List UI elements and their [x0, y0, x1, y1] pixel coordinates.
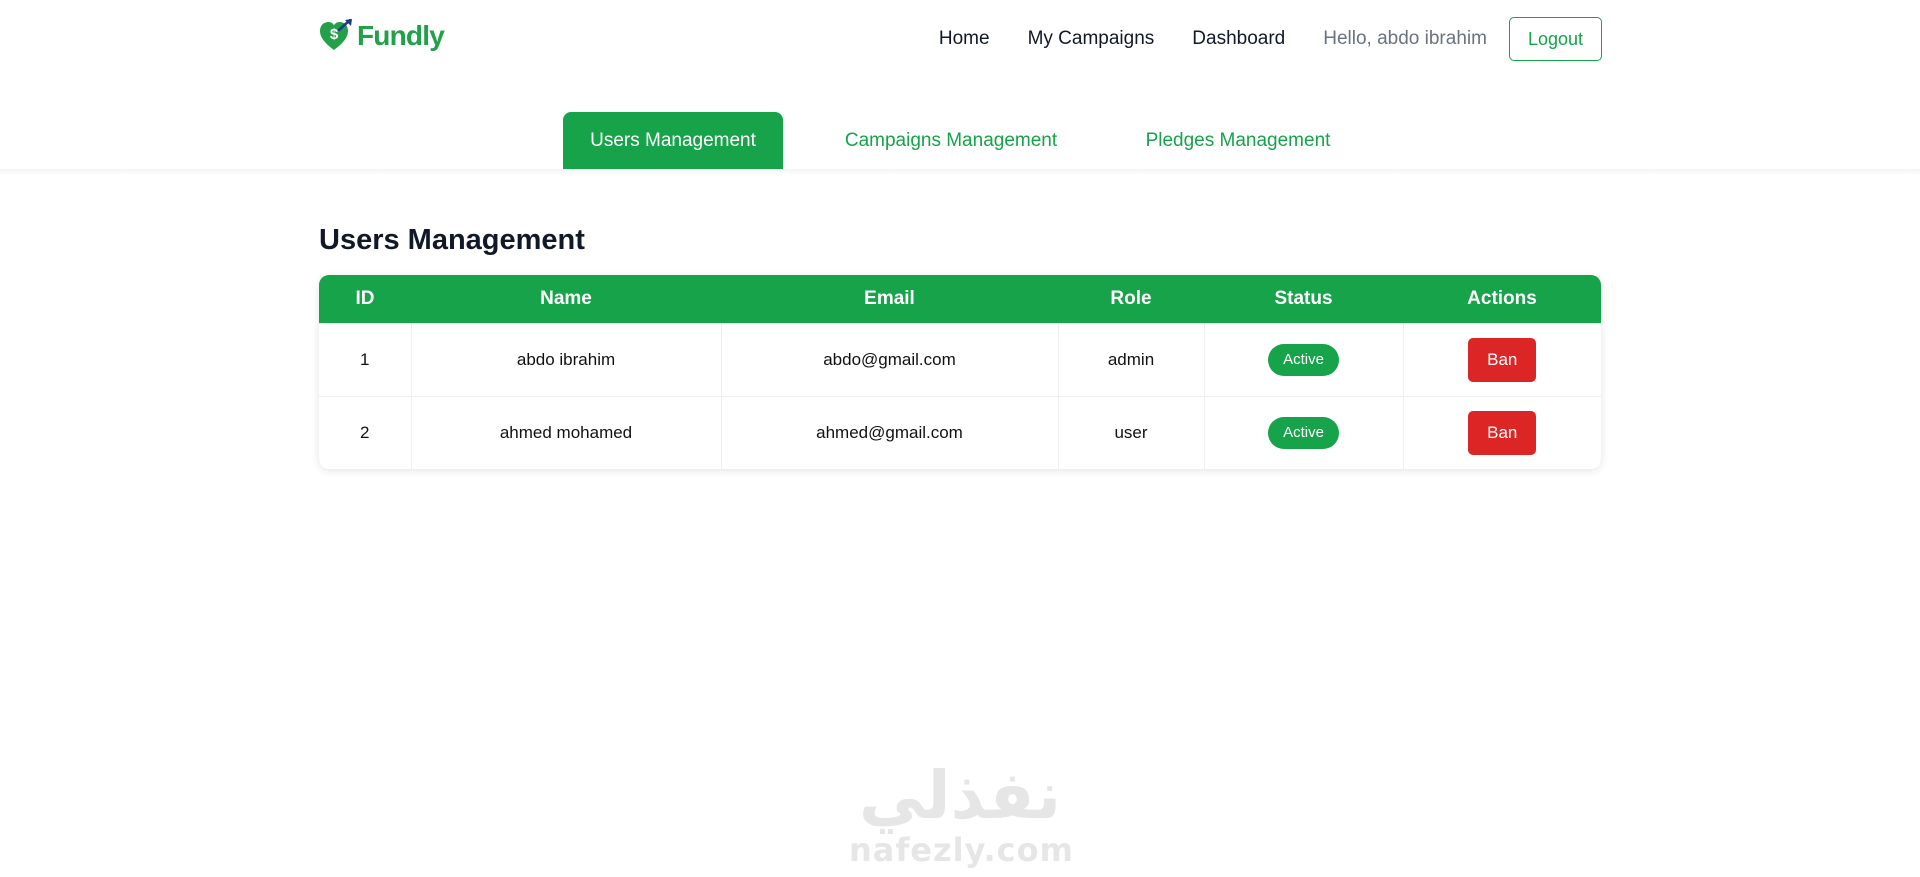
cell-id: 1 — [319, 323, 412, 396]
column-header-actions: Actions — [1467, 287, 1537, 309]
tab-campaigns-management[interactable]: Campaigns Management — [838, 112, 1064, 169]
nav-link-dashboard[interactable]: Dashboard — [1192, 28, 1285, 50]
ban-button[interactable]: Ban — [1468, 337, 1537, 382]
user-greeting: Hello, abdo ibrahim — [1323, 28, 1487, 49]
cell-email: abdo@gmail.com — [721, 323, 1059, 396]
column-header-role: Role — [1110, 287, 1152, 309]
navbar: $ Fundly Home My Campaigns Dashboard Hel… — [0, 0, 1920, 78]
svg-text:$: $ — [330, 26, 339, 43]
ban-button[interactable]: Ban — [1468, 410, 1537, 455]
cell-role: admin — [1058, 323, 1205, 396]
watermark-latin: nafezly.com — [849, 831, 1074, 869]
cell-status: Active — [1204, 396, 1404, 469]
cell-name: abdo ibrahim — [411, 323, 722, 396]
cell-role: user — [1058, 396, 1205, 469]
nav-links: Home My Campaigns Dashboard Hello, abdo … — [939, 17, 1602, 61]
watermark-arabic: نفذلي — [859, 757, 1061, 834]
users-table-card: ID Name Email Role Status Actions 1 abdo… — [319, 275, 1601, 469]
heart-dollar-icon: $ — [320, 19, 352, 50]
table-header-row: ID Name Email Role Status Actions — [319, 275, 1601, 323]
column-header-id: ID — [355, 287, 375, 309]
column-header-status: Status — [1274, 287, 1333, 309]
cell-status: Active — [1204, 323, 1404, 396]
nav-link-my-campaigns[interactable]: My Campaigns — [1028, 28, 1155, 50]
table-row: 2 ahmed mohamed ahmed@gmail.com user Act… — [319, 396, 1601, 469]
cell-id: 2 — [319, 396, 412, 469]
tab-users-management[interactable]: Users Management — [563, 112, 783, 169]
admin-tabs: Users Management Campaigns Management Pl… — [0, 112, 1920, 170]
users-table: ID Name Email Role Status Actions 1 abdo… — [319, 275, 1601, 469]
cell-actions: Ban — [1403, 396, 1601, 469]
table-row: 1 abdo ibrahim abdo@gmail.com admin Acti… — [319, 323, 1601, 396]
cell-actions: Ban — [1403, 323, 1601, 396]
brand-logo[interactable]: $ Fundly — [319, 18, 445, 54]
brand-name: Fundly — [357, 20, 445, 51]
status-badge: Active — [1268, 416, 1339, 449]
column-header-name: Name — [540, 287, 592, 309]
tab-pledges-management[interactable]: Pledges Management — [1130, 112, 1346, 169]
page-title: Users Management — [319, 224, 585, 256]
watermark: نفذلي nafezly.com — [849, 757, 1074, 869]
cell-name: ahmed mohamed — [411, 396, 722, 469]
cell-email: ahmed@gmail.com — [721, 396, 1059, 469]
status-badge: Active — [1268, 343, 1339, 376]
logout-button[interactable]: Logout — [1508, 17, 1602, 61]
column-header-email: Email — [864, 287, 915, 309]
nav-link-home[interactable]: Home — [939, 28, 990, 50]
tabs-divider — [0, 169, 1920, 175]
